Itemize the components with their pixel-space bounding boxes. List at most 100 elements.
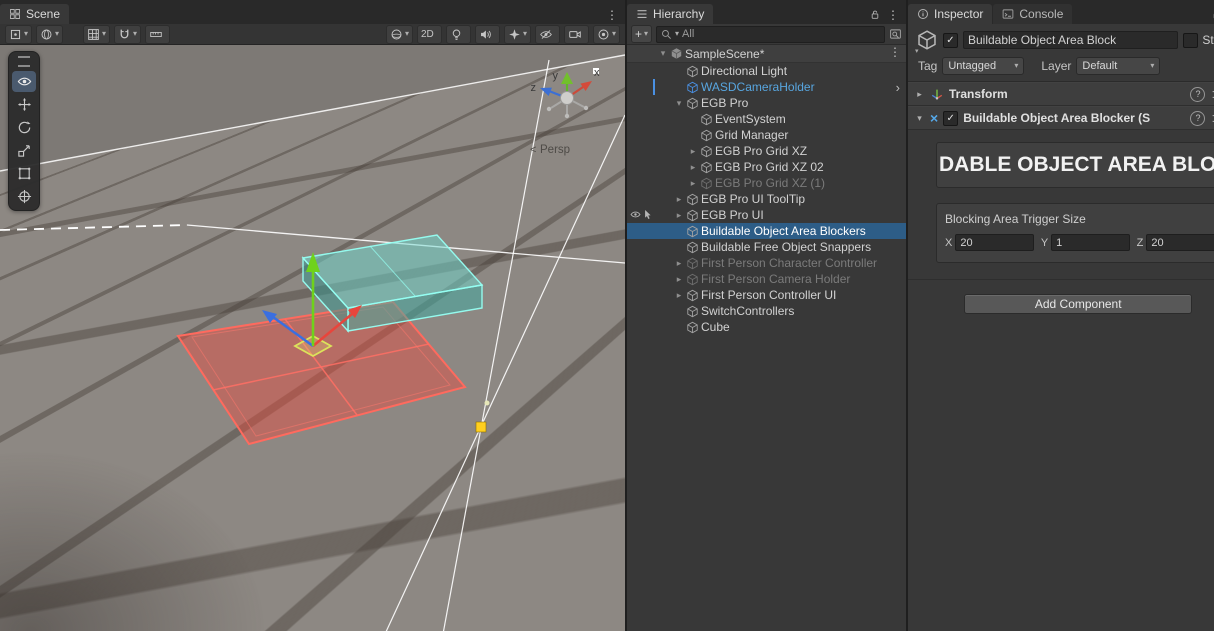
help-icon[interactable]: ? [1190, 110, 1206, 126]
foldout-icon[interactable]: ▸ [672, 194, 686, 205]
x-axis-label: X [945, 236, 953, 249]
y-value-field[interactable] [1051, 234, 1130, 251]
prefab-open-arrow-icon[interactable]: › [896, 80, 906, 95]
lighting-toggle[interactable] [445, 24, 471, 44]
icon-dropdown-arrow[interactable]: ▾ [915, 47, 919, 55]
blocker-banner-box: DABLE OBJECT AREA BLOC [936, 142, 1214, 188]
move-tool-button[interactable] [12, 94, 36, 115]
hierarchy-item-egb-pro-grid-xz-1[interactable]: ▸ EGB Pro Grid XZ (1) [627, 175, 906, 191]
pivot-mode-dropdown[interactable]: ▾ [5, 24, 33, 44]
foldout-icon[interactable]: ▸ [686, 178, 700, 189]
hierarchy-item-buildable-free-object-snappers[interactable]: Buildable Free Object Snappers [627, 239, 906, 255]
foldout-icon[interactable]: ▸ [672, 258, 686, 269]
scene-header-row[interactable]: ▾ SampleScene* ⋮ [627, 45, 906, 63]
static-checkbox[interactable] [1183, 32, 1199, 48]
hierarchy-item-first-person-controller-ui[interactable]: ▸ First Person Controller UI [627, 287, 906, 303]
rotate-tool-button[interactable] [12, 117, 36, 138]
snap-increment-button[interactable] [145, 24, 171, 44]
pickability-hand-icon[interactable] [642, 209, 653, 220]
orientation-gizmo[interactable]: y x z < Persp [530, 67, 600, 156]
hierarchy-item-egb-pro-ui-tooltip[interactable]: ▸ EGB Pro UI ToolTip [627, 191, 906, 207]
tab-console[interactable]: Console [993, 4, 1073, 24]
console-tab-label: Console [1019, 7, 1064, 21]
hierarchy-menu-kebab-icon[interactable]: ⋮ [887, 9, 899, 21]
persp-arrow-icon[interactable]: < [530, 144, 536, 156]
gameobject-type-icon[interactable]: ▾ [915, 29, 938, 55]
overlay-drag-handle[interactable] [18, 56, 30, 67]
gizmo-center-ball[interactable] [560, 91, 574, 105]
hierarchy-item-egb-pro-grid-xz[interactable]: ▸ EGB Pro Grid XZ [627, 143, 906, 159]
scale-tool-button[interactable] [12, 140, 36, 161]
x-value-field[interactable] [955, 234, 1034, 251]
create-object-button[interactable]: + ▾ [631, 25, 653, 43]
foldout-icon[interactable]: ▸ [672, 210, 686, 221]
gizmos-dropdown[interactable]: ▾ [592, 24, 620, 44]
grid-node-dot [484, 400, 490, 406]
foldout-icon[interactable]: ▸ [686, 146, 700, 157]
camera-settings-button[interactable] [563, 24, 589, 44]
visibility-eye-icon[interactable] [630, 209, 641, 220]
scene-row-kebab-icon[interactable]: ⋮ [889, 46, 901, 58]
effects-dropdown[interactable]: ▾ [503, 24, 531, 44]
hierarchy-item-egb-pro-grid-xz-02[interactable]: ▸ EGB Pro Grid XZ 02 [627, 159, 906, 175]
audio-toggle[interactable] [474, 24, 500, 44]
hierarchy-item-egb-pro[interactable]: ▾ EGB Pro [627, 95, 906, 111]
transform-tool-button[interactable] [12, 186, 36, 207]
blocker-component-header[interactable]: ▾ × ✓ Buildable Object Area Blocker (S ?… [908, 106, 1214, 130]
area-blocker-red-plane[interactable] [176, 300, 467, 446]
search-window-icon[interactable] [889, 28, 902, 40]
grid-visibility-dropdown[interactable]: ▾ [83, 24, 111, 44]
hierarchy-item-eventsystem[interactable]: EventSystem [627, 111, 906, 127]
foldout-icon[interactable]: ▸ [672, 290, 686, 301]
pivot-rotation-dropdown[interactable]: ▾ [36, 24, 64, 44]
hierarchy-item-buildable-object-area-blockers[interactable]: Buildable Object Area Blockers [627, 223, 906, 239]
gameobject-icon [700, 145, 715, 158]
grid-corner-handle[interactable] [475, 421, 487, 433]
scene-menu-kebab-icon[interactable]: ⋮ [606, 9, 618, 21]
foldout-icon[interactable]: ▾ [672, 98, 686, 109]
tag-dropdown[interactable]: Untagged ▾ [942, 57, 1025, 75]
foldout-icon[interactable]: ▸ [914, 89, 925, 100]
scene-visibility-toggle[interactable] [534, 24, 560, 44]
foldout-icon[interactable]: ▾ [656, 48, 670, 59]
foldout-icon[interactable]: ▾ [914, 113, 925, 124]
hierarchy-item-first-person-character-controller[interactable]: ▸ First Person Character Controller [627, 255, 906, 271]
hierarchy-item-switchcontrollers[interactable]: SwitchControllers [627, 303, 906, 319]
component-enabled-checkbox[interactable]: ✓ [943, 110, 959, 126]
rect-tool-button[interactable] [12, 163, 36, 184]
tab-scene[interactable]: Scene [0, 4, 70, 24]
hierarchy-item-wasdcameraholder[interactable]: WASDCameraHolder › [627, 79, 906, 95]
hierarchy-item-label: First Person Controller UI [701, 288, 837, 302]
hierarchy-item-egb-pro-ui[interactable]: ▸ EGB Pro UI [627, 207, 906, 223]
hierarchy-search-field[interactable]: ▾ All [656, 25, 885, 43]
view-2d-button[interactable]: 2D [416, 24, 442, 44]
foldout-icon[interactable]: ▸ [672, 274, 686, 285]
search-filter-dropdown-icon[interactable]: ▾ [675, 30, 679, 38]
dropdown-icon: ▾ [24, 29, 29, 38]
snap-settings-dropdown[interactable]: ▾ [114, 24, 142, 44]
z-value-field[interactable] [1146, 234, 1214, 251]
persp-label[interactable]: Persp [540, 144, 570, 156]
hierarchy-item-first-person-camera-holder[interactable]: ▸ First Person Camera Holder [627, 271, 906, 287]
add-component-button[interactable]: Add Component [964, 294, 1193, 314]
tab-inspector[interactable]: Inspector [908, 4, 993, 24]
layer-dropdown[interactable]: Default ▾ [1076, 57, 1161, 75]
shading-mode-dropdown[interactable]: ▾ [385, 24, 413, 44]
help-icon[interactable]: ? [1190, 86, 1206, 102]
foldout-icon[interactable]: ▸ [686, 162, 700, 173]
hierarchy-item-cube[interactable]: Cube [627, 319, 906, 335]
hierarchy-item-grid-manager[interactable]: Grid Manager [627, 127, 906, 143]
object-name-field[interactable] [963, 31, 1179, 49]
tab-hierarchy[interactable]: Hierarchy [627, 4, 714, 24]
inspector-tab-label: Inspector [934, 7, 984, 21]
active-checkbox[interactable]: ✓ [943, 32, 958, 48]
gameobject-icon [700, 113, 715, 126]
transform-icon [930, 87, 944, 101]
scene-viewport[interactable]: y x z < Persp [0, 45, 625, 631]
lock-icon[interactable] [870, 9, 880, 20]
transform-component-header[interactable]: ▸ Transform ? ⋮ [908, 82, 1214, 106]
view-tool-button[interactable] [12, 71, 36, 92]
gizmo-y-label: y [553, 70, 559, 82]
gameobject-icon [686, 305, 701, 318]
hierarchy-item-directional-light[interactable]: Directional Light [627, 63, 906, 79]
